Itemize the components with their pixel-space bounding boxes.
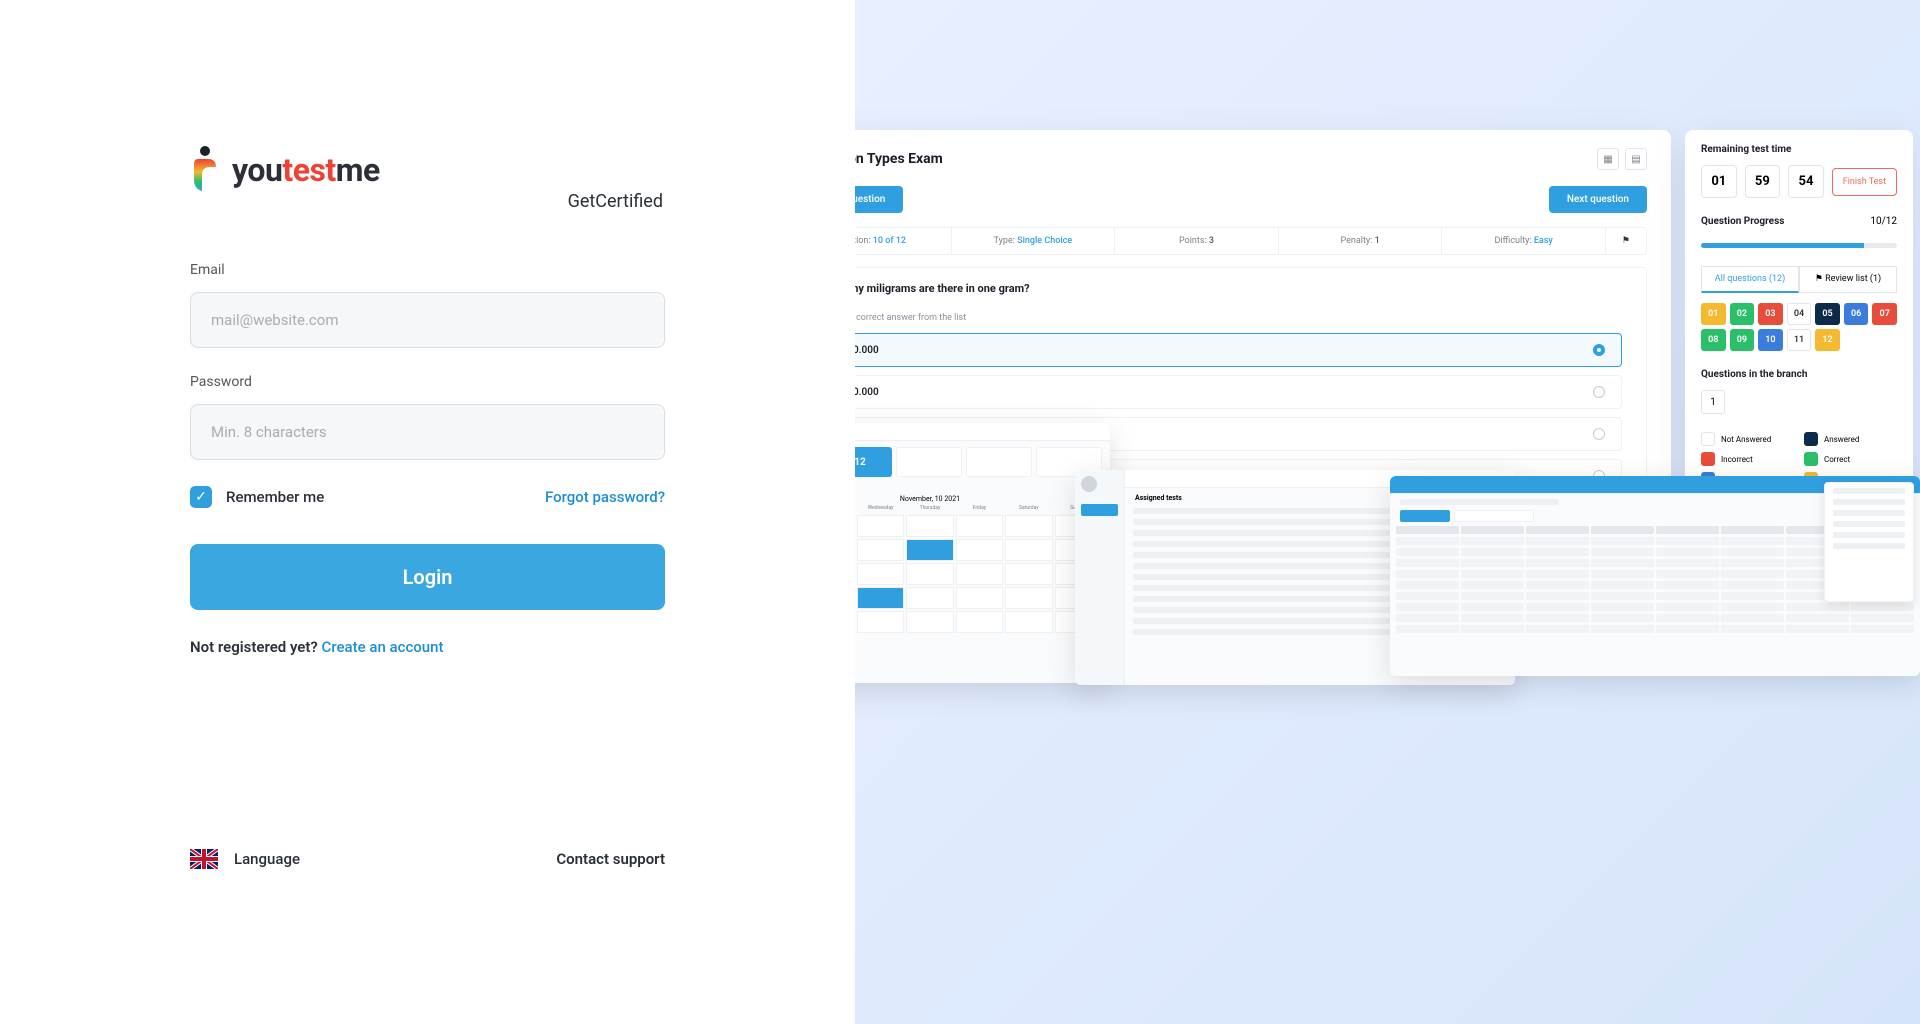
logo-subtitle: GetCertified xyxy=(190,191,665,212)
email-input[interactable] xyxy=(190,292,665,348)
question-cell[interactable]: 03 xyxy=(1758,303,1783,325)
previous-question-button[interactable]: Previous question xyxy=(855,186,903,213)
assignments-preview-card: 12 Available for self-enrollment Novembe… xyxy=(855,423,1110,683)
question-cell[interactable]: 06 xyxy=(1844,303,1869,325)
progress-title: Question Progress xyxy=(1701,216,1784,227)
question-cell[interactable]: 01 xyxy=(1701,303,1726,325)
question-cell[interactable]: 08 xyxy=(1701,329,1726,351)
remember-label: Remember me xyxy=(226,488,324,506)
answer-option[interactable]: 1.10.000 xyxy=(855,333,1622,367)
calendar-month: November, 10 2021 xyxy=(855,495,1108,503)
logo-wordmark: youtestme xyxy=(232,151,380,189)
question-meta-strip: Question: 10 of 12 Type: Single Choice P… xyxy=(855,227,1647,255)
question-cell[interactable]: 07 xyxy=(1872,303,1897,325)
password-field-group: Password xyxy=(190,374,665,460)
avatar xyxy=(1081,476,1097,492)
tab-review-list[interactable]: ⚑ Review list (1) xyxy=(1799,266,1897,293)
answer-option[interactable]: 2.10.000 xyxy=(855,375,1622,409)
login-button[interactable]: Login xyxy=(190,544,665,610)
calendar-date-pill[interactable]: 12 xyxy=(855,447,892,477)
exam-title: All Question Types Exam xyxy=(855,151,943,167)
tab-all-questions[interactable]: All questions (12) xyxy=(1701,266,1799,293)
uk-flag-icon xyxy=(190,849,218,869)
question-cell[interactable]: 05 xyxy=(1815,303,1840,325)
next-question-button[interactable]: Next question xyxy=(1549,186,1647,213)
create-account-link[interactable]: Create an account xyxy=(322,638,444,656)
remember-checkbox[interactable]: ✓ xyxy=(190,486,212,508)
legend-item: Not Answered xyxy=(1701,432,1794,446)
legend-item: Incorrect xyxy=(1701,452,1794,466)
progress-value: 10/12 xyxy=(1870,216,1897,237)
question-cell[interactable]: 11 xyxy=(1787,329,1812,351)
forgot-password-link[interactable]: Forgot password? xyxy=(545,488,665,506)
notification-panel xyxy=(1824,482,1914,602)
timer-hours: 01 xyxy=(1701,165,1737,198)
grid-icon[interactable]: ▤ xyxy=(1625,148,1647,170)
branch-value: 1 xyxy=(1701,390,1725,414)
question-hint: Select one correct answer from the list xyxy=(855,313,1622,323)
password-label: Password xyxy=(190,374,665,390)
remaining-time-title: Remaining test time xyxy=(1701,144,1897,155)
question-text: How many miligrams are there in one gram… xyxy=(855,282,1622,295)
contact-support-link[interactable]: Contact support xyxy=(556,850,665,868)
legend-item: Answered xyxy=(1804,432,1897,446)
logo: youtestme GetCertified xyxy=(190,145,665,212)
question-cell[interactable]: 04 xyxy=(1787,303,1812,325)
self-enroll-title: Available for self-enrollment xyxy=(855,483,1100,491)
question-cell[interactable]: 09 xyxy=(1730,329,1755,351)
password-input[interactable] xyxy=(190,404,665,460)
language-selector[interactable]: Language xyxy=(190,849,300,869)
question-grid: 01020304050607 0809101112 xyxy=(1701,303,1897,351)
remember-me[interactable]: ✓ Remember me xyxy=(190,486,324,508)
timer-minutes: 59 xyxy=(1745,165,1781,198)
not-registered-text: Not registered yet? xyxy=(190,638,322,656)
register-row: Not registered yet? Create an account xyxy=(190,638,665,656)
footer-row: Language Contact support xyxy=(190,849,665,869)
language-label: Language xyxy=(234,850,300,868)
logo-mark-icon xyxy=(190,145,220,195)
login-panel: youtestme GetCertified Email Password ✓ … xyxy=(0,0,855,1024)
email-field-group: Email xyxy=(190,262,665,348)
flag-icon[interactable]: ⚑ xyxy=(1606,228,1646,254)
finish-test-button[interactable]: Finish Test xyxy=(1832,168,1897,196)
users-table-preview-card xyxy=(1390,476,1920,676)
illustration-panel: All Question Types Exam ▦ ▤ Previous que… xyxy=(855,0,1920,1024)
layout-icon[interactable]: ▦ xyxy=(1597,148,1619,170)
question-cell[interactable]: 12 xyxy=(1815,329,1840,351)
calendar-grid xyxy=(855,515,1102,633)
branch-title: Questions in the branch xyxy=(1701,369,1897,380)
question-cell[interactable]: 02 xyxy=(1730,303,1755,325)
progress-bar xyxy=(1701,243,1897,248)
legend-item: Correct xyxy=(1804,452,1897,466)
timer-seconds: 54 xyxy=(1788,165,1824,198)
options-row: ✓ Remember me Forgot password? xyxy=(190,486,665,508)
email-label: Email xyxy=(190,262,665,278)
question-cell[interactable]: 10 xyxy=(1758,329,1783,351)
